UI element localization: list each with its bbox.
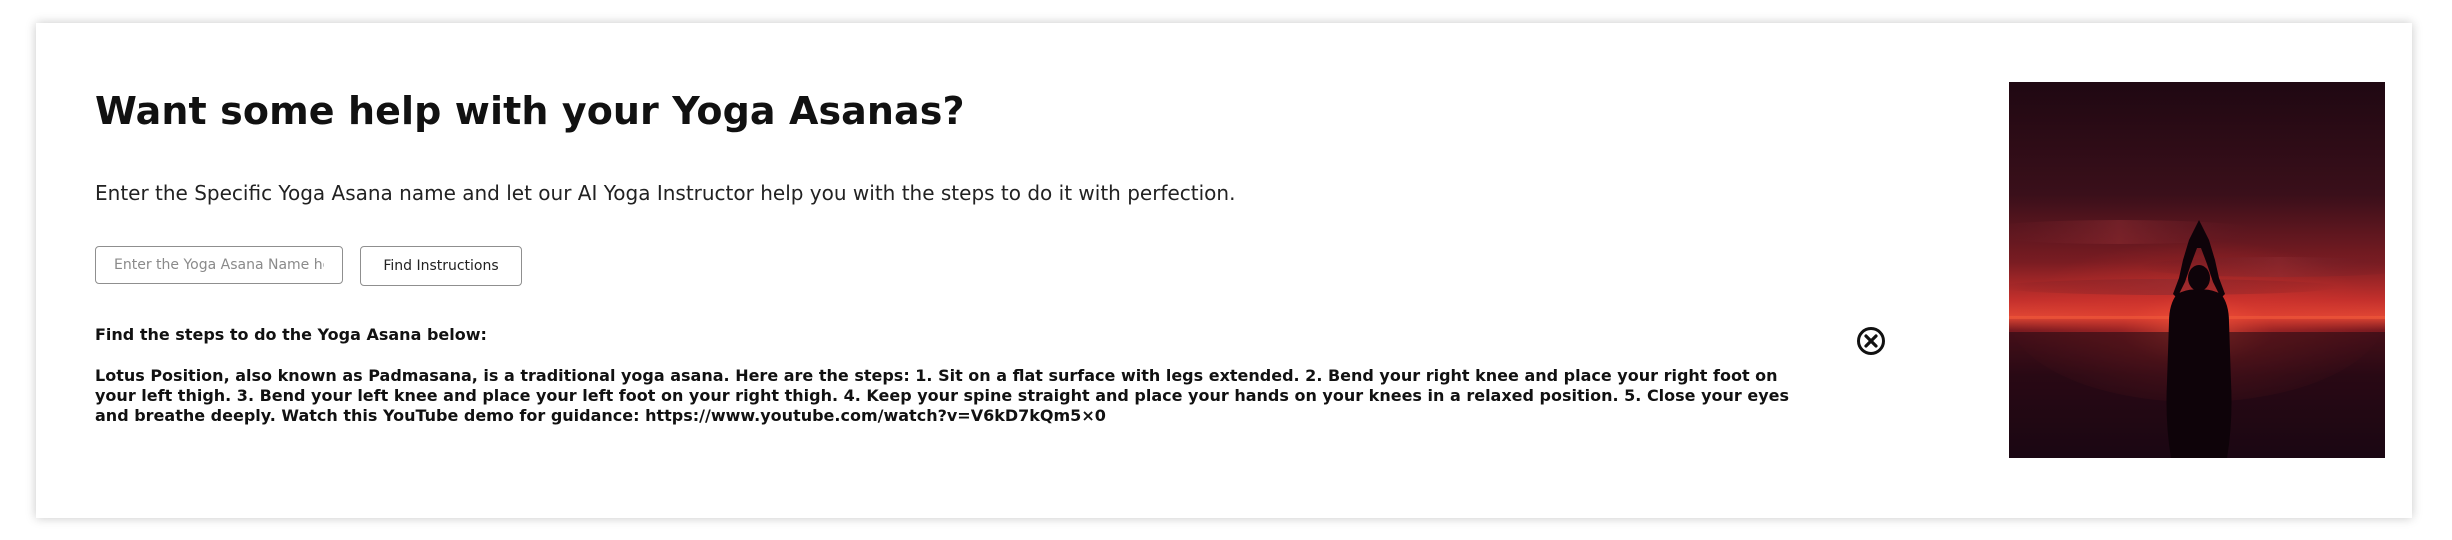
yoga-silhouette-illustration bbox=[2009, 82, 2385, 458]
page-subtitle: Enter the Specific Yoga Asana name and l… bbox=[95, 181, 1236, 205]
yoga-sunset-image bbox=[2009, 82, 2385, 458]
close-circle-icon bbox=[1857, 327, 1885, 355]
steps-text: Lotus Position, also known as Padmasana,… bbox=[95, 366, 1790, 425]
main-card: Want some help with your Yoga Asanas? En… bbox=[36, 23, 2412, 518]
page-title: Want some help with your Yoga Asanas? bbox=[95, 89, 965, 133]
steps-heading: Find the steps to do the Yoga Asana belo… bbox=[95, 325, 487, 344]
yoga-asana-input[interactable] bbox=[95, 246, 343, 284]
find-instructions-button[interactable]: Find Instructions bbox=[360, 246, 522, 286]
close-result-button[interactable] bbox=[1856, 326, 1886, 356]
